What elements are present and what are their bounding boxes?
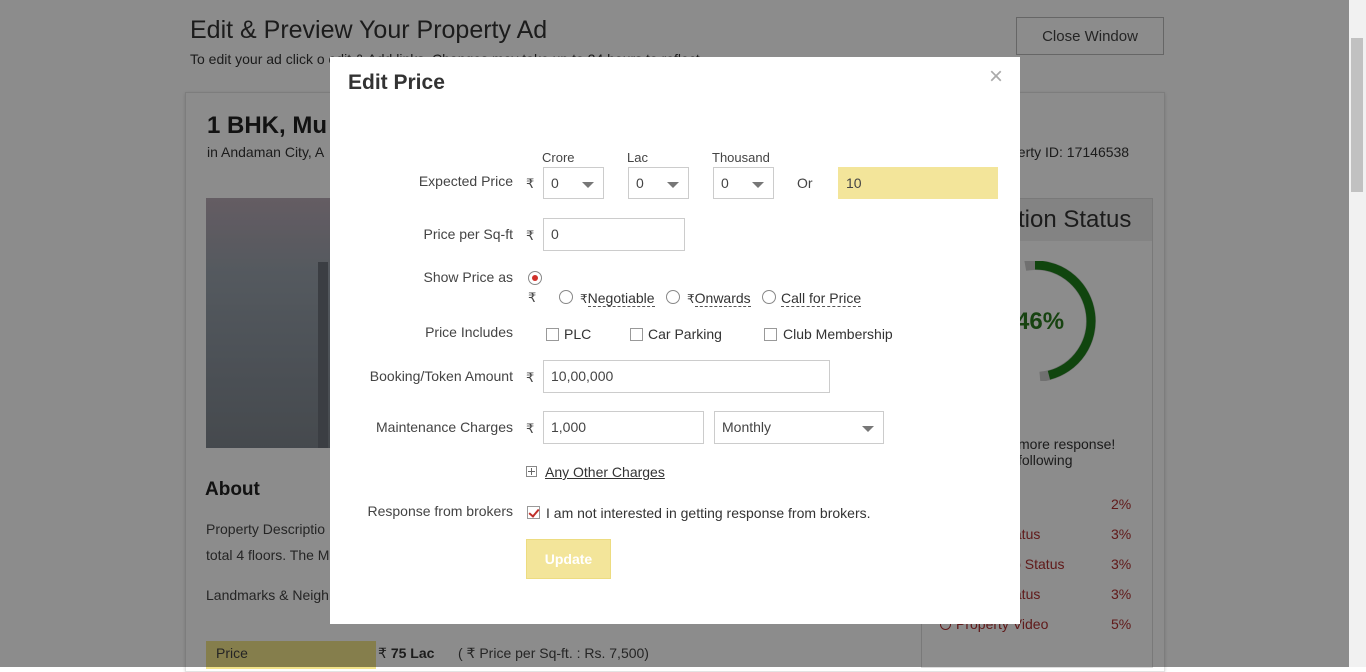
show-price-default-radio[interactable] <box>528 271 542 285</box>
thousand-label: Thousand <box>712 150 770 165</box>
club-membership-label: Club Membership <box>783 326 893 342</box>
thousand-value: 0 <box>721 175 729 191</box>
maintenance-charges-input[interactable]: 1,000 <box>543 411 704 444</box>
response-from-brokers-label: Response from brokers <box>367 503 513 519</box>
update-button[interactable]: Update <box>526 539 611 579</box>
call-for-price-radio[interactable] <box>762 290 776 304</box>
rupee-icon: ₹ <box>687 292 695 306</box>
rupee-icon: ₹ <box>528 290 537 305</box>
maintenance-charges-label: Maintenance Charges <box>376 419 513 435</box>
plc-checkbox[interactable] <box>546 328 559 341</box>
maintenance-period-value: Monthly <box>722 419 772 435</box>
lac-select[interactable]: 0 <box>628 167 689 199</box>
negotiable-label: Negotiable <box>587 290 655 307</box>
thousand-select[interactable]: 0 <box>713 167 774 199</box>
price-per-sqft-label: Price per Sq-ft <box>423 226 513 242</box>
club-membership-checkbox[interactable] <box>764 328 777 341</box>
crore-value: 0 <box>551 175 559 191</box>
crore-select[interactable]: 0 <box>543 167 604 199</box>
price-per-sqft-input[interactable]: 0 <box>543 218 685 251</box>
or-label: Or <box>797 175 813 191</box>
car-parking-checkbox[interactable] <box>630 328 643 341</box>
call-for-price-label: Call for Price <box>781 290 862 307</box>
chevron-down-icon <box>862 426 874 432</box>
any-other-charges-link[interactable]: Any Other Charges <box>545 464 665 480</box>
booking-amount-label: Booking/Token Amount <box>369 368 513 384</box>
onwards-label: Onwards <box>694 290 751 307</box>
lac-value: 0 <box>636 175 644 191</box>
onwards-radio[interactable] <box>666 290 680 304</box>
booking-amount-input[interactable]: 10,00,000 <box>543 360 830 393</box>
plc-label: PLC <box>564 326 592 342</box>
chevron-down-icon <box>582 182 594 188</box>
rupee-icon: ₹ <box>526 421 535 436</box>
expected-price-label: Expected Price <box>418 173 513 189</box>
modal-title: Edit Price <box>348 71 445 94</box>
call-for-price-option: Call for Price <box>781 290 862 307</box>
rupee-icon: ₹ <box>580 292 588 306</box>
rupee-icon: ₹ <box>526 176 535 191</box>
negotiable-radio[interactable] <box>559 290 573 304</box>
maintenance-period-select[interactable]: Monthly <box>714 411 884 444</box>
show-price-as-label: Show Price as <box>423 269 513 285</box>
lac-label: Lac <box>627 150 648 165</box>
negotiable-option: ₹Negotiable <box>580 290 655 307</box>
rupee-icon: ₹ <box>526 370 535 385</box>
price-includes-label: Price Includes <box>425 324 513 340</box>
close-icon[interactable]: × <box>989 63 1003 91</box>
chevron-down-icon <box>667 182 679 188</box>
chevron-down-icon <box>752 182 764 188</box>
edit-price-modal: Edit Price × Crore Lac Thousand Expected… <box>330 57 1020 624</box>
brokers-checkbox[interactable] <box>527 506 540 519</box>
crore-label: Crore <box>542 150 575 165</box>
expand-plus-icon[interactable] <box>526 466 537 477</box>
scrollbar-thumb[interactable] <box>1351 38 1363 192</box>
onwards-option: ₹Onwards <box>687 290 751 307</box>
car-parking-label: Car Parking <box>648 326 722 342</box>
rupee-icon: ₹ <box>526 228 535 243</box>
brokers-checkbox-text: I am not interested in getting response … <box>546 505 871 521</box>
expected-price-input[interactable]: 10 <box>838 167 998 199</box>
